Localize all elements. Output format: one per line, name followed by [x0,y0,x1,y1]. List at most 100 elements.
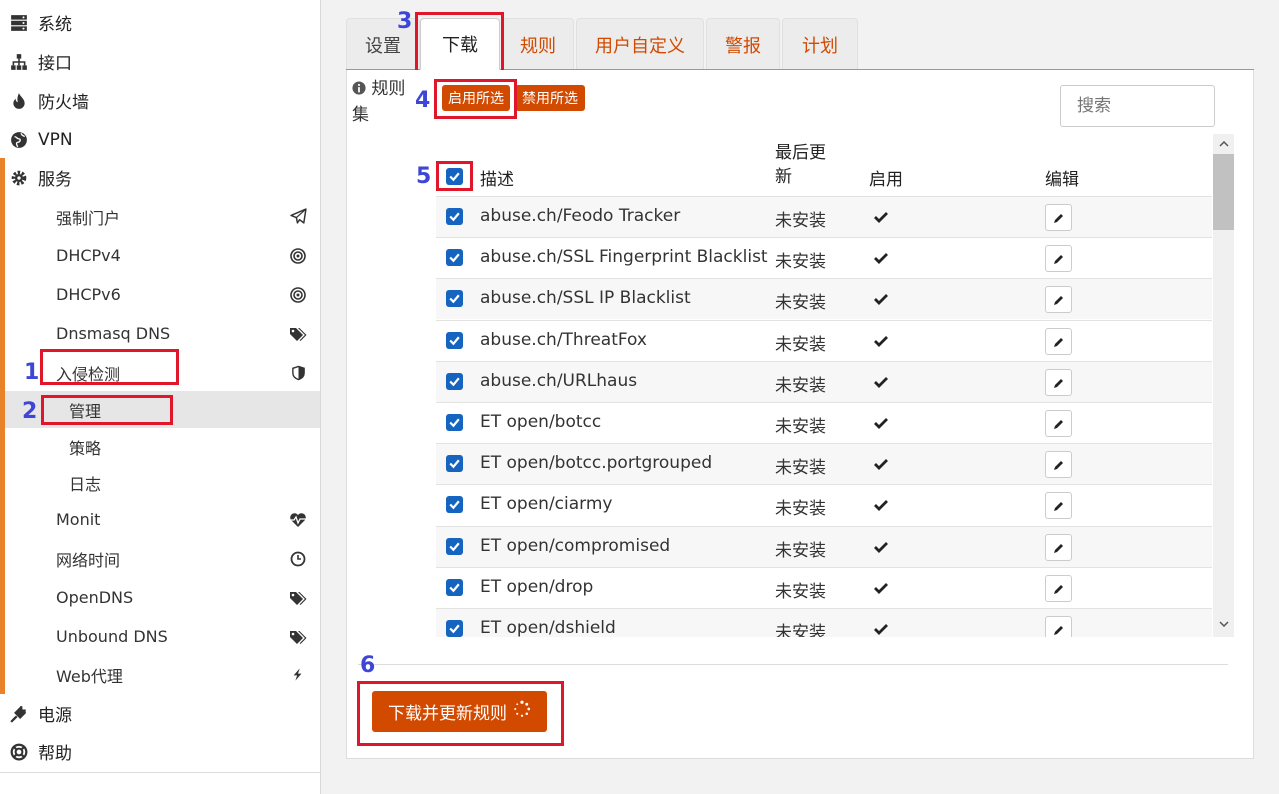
table-row[interactable]: ET open/drop 未安装 [436,567,1212,608]
table-row[interactable]: ET open/botcc 未安装 [436,402,1212,443]
scroll-up-icon[interactable] [1213,134,1234,154]
shield-icon [289,364,307,382]
table-row[interactable]: ET open/compromised 未安装 [436,526,1212,567]
nav-web-proxy[interactable]: Web代理 [5,655,320,694]
annotation-4: 4 [415,88,431,113]
server-icon [0,14,38,32]
bullseye-icon [289,286,307,304]
row-checkbox[interactable] [446,208,463,225]
row-checkbox[interactable] [446,332,463,349]
rule-status: 未安装 [775,252,826,272]
nav-captive-portal[interactable]: 强制门户 [5,197,320,236]
edit-button[interactable] [1045,451,1072,478]
pencil-icon [1053,337,1063,347]
fire-icon [0,92,38,110]
nav-dhcpv6[interactable]: DHCPv6 [5,275,320,314]
paper-plane-icon [289,208,307,226]
nav-label: DHCPv4 [56,246,121,265]
rule-status: 未安装 [775,293,826,313]
table-row[interactable]: ET open/ciarmy 未安装 [436,484,1212,525]
nav-label: OpenDNS [56,588,134,607]
table-scrollbar[interactable] [1213,134,1234,637]
table-row[interactable]: abuse.ch/Feodo Tracker 未安装 [436,196,1212,237]
disable-selected-button[interactable]: 禁用所选 [515,85,585,111]
table-row[interactable]: abuse.ch/SSL IP Blacklist 未安装 [436,278,1212,319]
check-icon [874,583,888,594]
nav-label: 帮助 [38,744,72,764]
header-last-updated[interactable]: 最后更新 [775,141,835,189]
header-edit: 编辑 [1045,170,1079,190]
services-group: 服务 强制门户 DHCPv4 DHCPv6 Dnsmasq DNS 入侵检测 管… [0,158,320,694]
row-checkbox[interactable] [446,496,463,513]
nav-firewall[interactable]: 防火墙 [0,81,320,120]
edit-button[interactable] [1045,575,1072,602]
pencil-icon [1053,543,1063,553]
nav-help[interactable]: 帮助 [0,732,320,771]
edit-button[interactable] [1045,328,1072,355]
nav-monit[interactable]: Monit [5,500,320,539]
rule-description: ET open/ciarmy [480,494,613,514]
divider [358,664,1228,665]
nav-vpn[interactable]: VPN [0,120,320,159]
header-description[interactable]: 描述 [480,165,514,190]
nav-system[interactable]: 系统 [0,3,320,42]
scroll-down-icon[interactable] [1213,614,1234,634]
nav-services[interactable]: 服务 [5,158,325,197]
ruleset-label: 规则集 [352,77,412,128]
edit-button[interactable] [1045,369,1072,396]
highlight-box [434,79,517,119]
edit-button[interactable] [1045,410,1072,437]
tab-download[interactable]: 下载 [420,18,500,70]
tab-alerts[interactable]: 警报 [706,18,780,70]
table-row[interactable]: abuse.ch/SSL Fingerprint Blacklist 未安装 [436,237,1212,278]
rule-description: abuse.ch/ThreatFox [480,330,647,350]
search-input[interactable] [1060,85,1215,127]
nav-power[interactable]: 电源 [0,694,320,733]
pencil-icon [1053,501,1063,511]
nav-dhcpv4[interactable]: DHCPv4 [5,236,320,275]
check-icon [874,377,888,388]
edit-button[interactable] [1045,492,1072,519]
row-checkbox[interactable] [446,373,463,390]
rule-description: abuse.ch/SSL Fingerprint Blacklist [480,247,768,267]
rule-status: 未安装 [775,458,826,478]
nav-unbound-dns[interactable]: Unbound DNS [5,617,320,656]
check-icon [874,542,888,553]
row-checkbox[interactable] [446,620,463,637]
nav-ntp[interactable]: 网络时间 [5,539,320,578]
edit-button[interactable] [1045,534,1072,561]
row-checkbox[interactable] [446,249,463,266]
header-enabled[interactable]: 启用 [869,165,903,190]
highlight-box [41,395,173,425]
tab-user-defined[interactable]: 用户自定义 [576,18,704,70]
nav-label: 电源 [38,706,72,726]
row-checkbox[interactable] [446,579,463,596]
nav-label: 日志 [69,474,102,494]
table-row[interactable]: abuse.ch/URLhaus 未安装 [436,361,1212,402]
edit-button[interactable] [1045,245,1072,272]
row-checkbox[interactable] [446,455,463,472]
pencil-icon [1053,213,1063,223]
scroll-thumb[interactable] [1213,154,1234,230]
table-row[interactable]: ET open/botcc.portgrouped 未安装 [436,443,1212,484]
tab-schedule[interactable]: 计划 [782,18,858,70]
network-icon [0,53,38,71]
tab-rules[interactable]: 规则 [502,18,574,70]
row-checkbox[interactable] [446,414,463,431]
annotation-5: 5 [416,164,432,189]
table-row[interactable]: abuse.ch/ThreatFox 未安装 [436,320,1212,361]
row-checkbox[interactable] [446,538,463,555]
table-row[interactable]: ET open/dshield 未安装 [436,608,1212,637]
nav-interfaces[interactable]: 接口 [0,42,320,81]
edit-button[interactable] [1045,286,1072,313]
nav-dnsmasq[interactable]: Dnsmasq DNS [5,314,320,353]
nav-ids-policy[interactable]: 策略 [5,428,320,465]
annotation-2: 2 [22,399,38,424]
highlight-box [40,349,179,385]
edit-button[interactable] [1045,204,1072,231]
nav-ids-log[interactable]: 日志 [5,464,320,501]
rule-description: ET open/compromised [480,536,671,556]
row-checkbox[interactable] [446,290,463,307]
edit-button[interactable] [1045,616,1072,637]
nav-opendns[interactable]: OpenDNS [5,578,320,617]
